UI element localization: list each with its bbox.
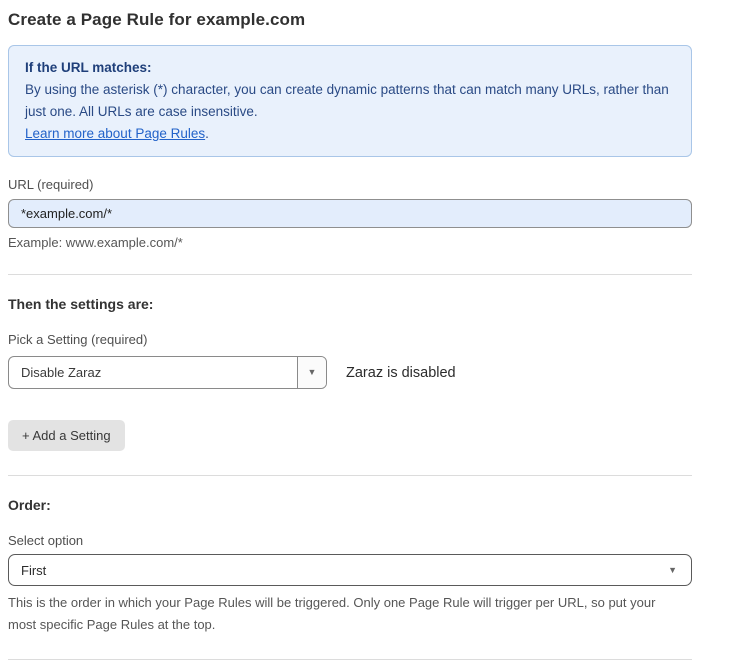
info-box-link-line: Learn more about Page Rules.: [25, 123, 675, 145]
page-title: Create a Page Rule for example.com: [8, 10, 692, 30]
add-setting-button[interactable]: + Add a Setting: [8, 420, 125, 451]
setting-picker-label: Pick a Setting (required): [8, 332, 692, 347]
divider-url-settings: [8, 274, 692, 275]
settings-section-heading: Then the settings are:: [8, 296, 692, 312]
order-help-text: This is the order in which your Page Rul…: [8, 592, 678, 635]
page-rule-form: Create a Page Rule for example.com If th…: [0, 0, 692, 670]
setting-status-text: Zaraz is disabled: [346, 365, 456, 381]
link-period: .: [205, 126, 209, 141]
divider-settings-order: [8, 475, 692, 476]
info-box-heading: If the URL matches:: [25, 57, 675, 79]
learn-more-link[interactable]: Learn more about Page Rules: [25, 126, 205, 141]
setting-dropdown-value: Disable Zaraz: [9, 357, 297, 388]
setting-dropdown[interactable]: Disable Zaraz ▼: [8, 356, 327, 389]
url-example-hint: Example: www.example.com/*: [8, 235, 692, 250]
chevron-down-icon: ▼: [308, 368, 317, 377]
order-select-value: First: [21, 563, 46, 578]
url-input[interactable]: [8, 199, 692, 228]
order-section-heading: Order:: [8, 497, 692, 513]
setting-dropdown-arrow-button[interactable]: ▼: [297, 357, 326, 388]
order-select-label: Select option: [8, 533, 692, 548]
url-field-label: URL (required): [8, 177, 692, 192]
info-box-body: By using the asterisk (*) character, you…: [25, 79, 675, 123]
divider-order-actions: [8, 659, 692, 660]
url-match-info-box: If the URL matches: By using the asteris…: [8, 45, 692, 157]
setting-picker-row: Disable Zaraz ▼ Zaraz is disabled: [8, 356, 692, 389]
chevron-down-icon: ▼: [668, 566, 677, 575]
order-select[interactable]: First ▼: [8, 554, 692, 586]
